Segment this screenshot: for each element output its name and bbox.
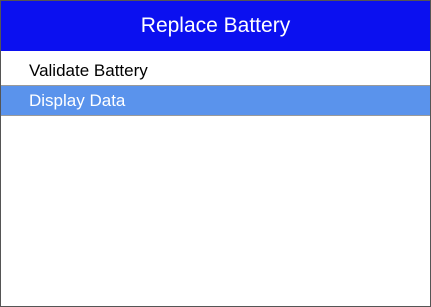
menu-item-display-data[interactable]: Display Data: [1, 86, 430, 116]
page-title: Replace Battery: [1, 1, 430, 51]
menu-list: Validate Battery Display Data: [1, 56, 430, 116]
device-screen: Replace Battery Validate Battery Display…: [0, 0, 431, 307]
menu-item-validate-battery[interactable]: Validate Battery: [1, 56, 430, 86]
